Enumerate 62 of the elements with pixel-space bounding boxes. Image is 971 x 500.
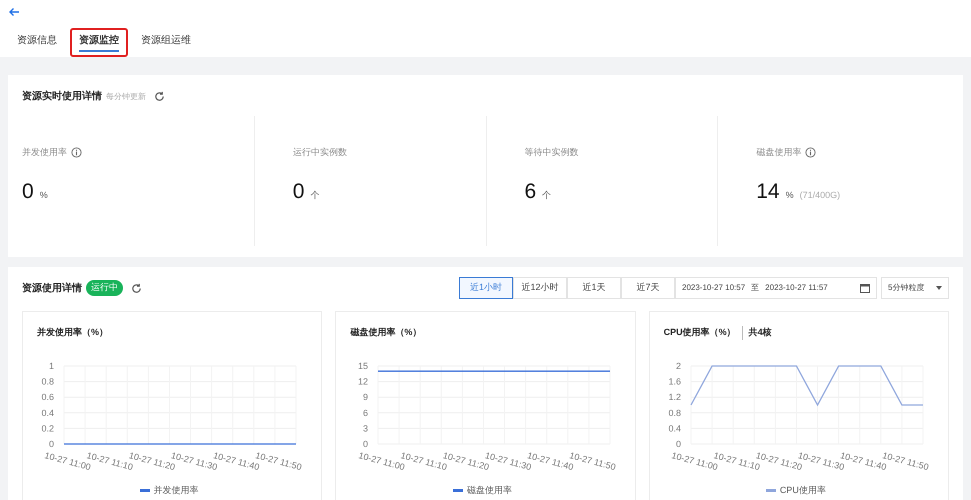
axis-label: 6 bbox=[362, 407, 368, 418]
date-separator: 至 bbox=[751, 282, 760, 294]
axis-label: 0 bbox=[676, 438, 681, 448]
metric-unit: % bbox=[786, 188, 794, 202]
tab[interactable]: 资源监控 bbox=[70, 28, 128, 57]
metric-value: 6 bbox=[524, 178, 536, 204]
time-range-button[interactable]: 近7天 bbox=[621, 277, 675, 299]
refresh-icon[interactable] bbox=[154, 91, 165, 102]
axis-label: 2 bbox=[676, 360, 681, 370]
chart-subtitle: 共4核 bbox=[742, 326, 772, 340]
axis-label: 0.8 bbox=[668, 407, 681, 418]
time-range-button[interactable]: 近1天 bbox=[567, 277, 621, 299]
legend-swatch-icon bbox=[140, 488, 150, 492]
axis-label: 1.6 bbox=[668, 376, 681, 386]
legend-swatch-icon bbox=[766, 488, 776, 492]
date-range-field[interactable]: 2023-10-27 10:57 至 2023-10-27 11:57 bbox=[675, 277, 877, 299]
metric-value: 0 bbox=[22, 178, 34, 204]
update-note: 每分钟更新 bbox=[106, 90, 146, 102]
metric-label: 运行中实例数 bbox=[292, 146, 347, 159]
metric-unit: % bbox=[40, 188, 48, 202]
tab[interactable]: 资源组运维 bbox=[132, 28, 200, 57]
tab[interactable]: 资源信息 bbox=[8, 28, 66, 57]
chart-title: 并发使用率（%） bbox=[37, 326, 108, 339]
section-title: 资源使用详情 bbox=[22, 281, 82, 296]
metric-value: 0 bbox=[292, 178, 304, 204]
legend-label: CPU使用率 bbox=[780, 484, 826, 496]
metric-unit: 个 bbox=[310, 188, 320, 202]
metric-label: 等待中实例数 bbox=[524, 146, 578, 159]
metric-label: 并发使用率 bbox=[22, 146, 67, 159]
calendar-icon bbox=[860, 283, 870, 293]
chart-title: 磁盘使用率（%） bbox=[350, 326, 422, 339]
axis-label: 0.4 bbox=[668, 422, 681, 433]
granularity-select[interactable]: 5分钟粒度 bbox=[881, 277, 949, 299]
caret-icon bbox=[936, 286, 942, 290]
status-badge: 运行中 bbox=[86, 280, 123, 296]
legend-label: 磁盘使用率 bbox=[466, 484, 512, 496]
metric-value: 14 bbox=[756, 178, 780, 204]
metric-unit: 个 bbox=[542, 188, 552, 202]
axis-label: 0 bbox=[49, 438, 54, 448]
axis-label: 15 bbox=[357, 360, 368, 370]
back-arrow-icon[interactable] bbox=[8, 6, 20, 18]
legend-swatch-icon bbox=[452, 488, 463, 492]
axis-label: 12 bbox=[357, 376, 368, 386]
section-title: 资源实时使用详情 bbox=[22, 89, 102, 104]
axis-label: 1.2 bbox=[668, 392, 681, 402]
axis-label: 0.2 bbox=[42, 422, 54, 433]
date-end: 2023-10-27 11:57 bbox=[765, 282, 828, 294]
date-start: 2023-10-27 10:57 bbox=[682, 282, 746, 294]
legend-label: 并发使用率 bbox=[154, 484, 199, 496]
axis-label: 0 bbox=[362, 438, 368, 448]
chart-title: CPU使用率（%） bbox=[664, 326, 736, 339]
axis-label: 9 bbox=[362, 392, 368, 402]
axis-label: 0.8 bbox=[42, 376, 54, 386]
time-range-button[interactable]: 近1小时 bbox=[459, 277, 513, 299]
metric-label: 磁盘使用率 bbox=[756, 146, 802, 159]
axis-label: 0.6 bbox=[42, 392, 54, 402]
refresh-icon[interactable] bbox=[131, 282, 142, 294]
metric-detail: (71/400G) bbox=[800, 188, 840, 202]
time-range-button[interactable]: 近12小时 bbox=[513, 277, 567, 299]
axis-label: 3 bbox=[362, 422, 368, 433]
axis-label: 1 bbox=[49, 360, 54, 370]
axis-label: 0.4 bbox=[42, 407, 54, 418]
